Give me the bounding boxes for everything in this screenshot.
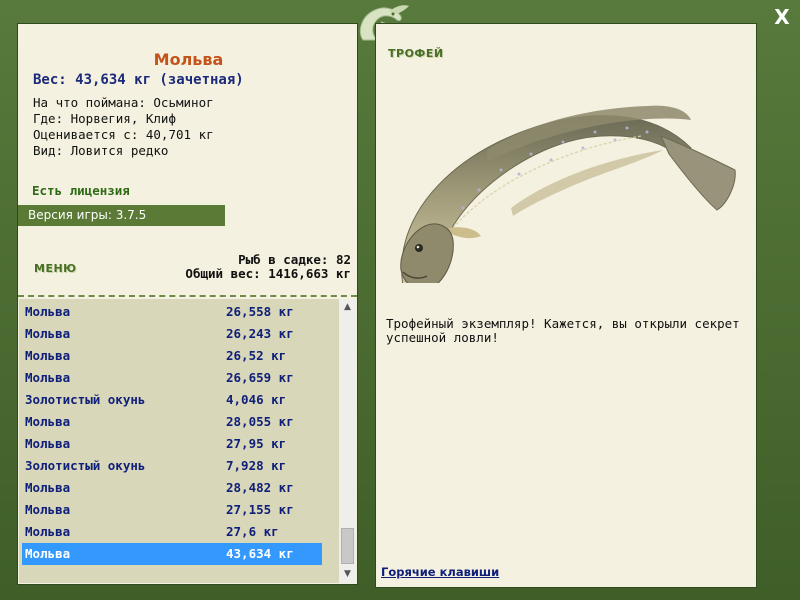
item-name: Мольва [25, 546, 71, 561]
fish-image [400, 105, 736, 283]
list-item[interactable]: Мольва 28,482 кг [22, 477, 322, 499]
fish-info-panel: Мольва Вес: 43,634 кг (зачетная) На что … [17, 23, 358, 585]
menu-button[interactable]: МЕНЮ [34, 262, 77, 275]
scroll-down-arrow-icon[interactable]: ▼ [339, 566, 356, 583]
item-weight: 26,659 кг [226, 370, 294, 385]
fish-count: Рыб в садке: 82 [238, 252, 351, 267]
catch-stats: Рыб в садке: 82 Общий вес: 1416,663 кг [185, 253, 351, 281]
item-name: Мольва [25, 436, 71, 451]
scroll-up-arrow-icon[interactable]: ▲ [339, 299, 356, 316]
list-item[interactable]: Мольва 27,155 кг [22, 499, 322, 521]
scroll-thumb[interactable] [341, 528, 354, 564]
list-item[interactable]: Мольва 27,95 кг [22, 433, 322, 455]
total-weight: Общий вес: 1416,663 кг [185, 266, 351, 281]
item-name: Мольва [25, 304, 71, 319]
list-item[interactable]: Мольва 28,055 кг [22, 411, 322, 433]
rarity-text: Вид: Ловится редко [33, 143, 169, 158]
item-weight: 43,634 кг [226, 546, 294, 561]
catch-list: Мольва 26,558 кг Мольва 26,243 кг Мольва 26… [19, 299, 339, 583]
hotkeys-link[interactable]: Горячие клавиши [381, 565, 499, 579]
trophy-message: Трофейный экземпляр! Кажется, вы открыли… [386, 316, 740, 345]
trophy-panel: ТРОФЕЙ Трофейный экземпляр! Кажется, вы … [375, 23, 757, 588]
fish-weight: Вес: 43,634 кг (зачетная) [33, 72, 244, 88]
item-name: Мольва [25, 502, 71, 517]
divider [18, 295, 357, 297]
item-weight: 26,558 кг [226, 304, 294, 319]
item-weight: 26,243 кг [226, 326, 294, 341]
close-button[interactable]: X [770, 6, 794, 28]
item-weight: 27,155 кг [226, 502, 294, 517]
list-item[interactable]: Золотистый окунь 4,046 кг [22, 389, 322, 411]
item-name: Мольва [25, 348, 71, 363]
game-version: Версия игры: 3.7.5 [18, 205, 225, 226]
list-item[interactable]: Мольва 26,659 кг [22, 367, 322, 389]
item-name: Мольва [25, 524, 71, 539]
list-item[interactable]: Мольва 26,558 кг [22, 301, 322, 323]
list-item[interactable]: Мольва 26,52 кг [22, 345, 322, 367]
item-weight: 27,6 кг [226, 524, 279, 539]
item-weight: 7,928 кг [226, 458, 287, 473]
item-name: Мольва [25, 326, 71, 341]
caught-on-text: На что поймана: Осьминог [33, 95, 214, 110]
list-item[interactable]: Золотистый окунь 7,928 кг [22, 455, 322, 477]
fish-name: Мольва [153, 50, 224, 69]
list-item[interactable]: Мольва 26,243 кг [22, 323, 322, 345]
list-item-selected[interactable]: Мольва 43,634 кг [22, 543, 322, 565]
item-weight: 4,046 кг [226, 392, 287, 407]
item-name: Мольва [25, 370, 71, 385]
item-weight: 27,95 кг [226, 436, 287, 451]
item-name: Золотистый окунь [25, 458, 146, 473]
item-name: Мольва [25, 480, 71, 495]
item-name: Золотистый окунь [25, 392, 146, 407]
item-weight: 28,482 кг [226, 480, 294, 495]
list-item[interactable]: Мольва 27,6 кг [22, 521, 322, 543]
license-status: Есть лицензия [32, 183, 130, 198]
rated-from-text: Оценивается с: 40,701 кг [33, 127, 214, 142]
list-scrollbar[interactable]: ▲ ▼ [339, 299, 356, 583]
item-weight: 26,52 кг [226, 348, 287, 363]
item-name: Мольва [25, 414, 71, 429]
item-weight: 28,055 кг [226, 414, 294, 429]
location-text: Где: Норвегия, Клиф [33, 111, 176, 126]
